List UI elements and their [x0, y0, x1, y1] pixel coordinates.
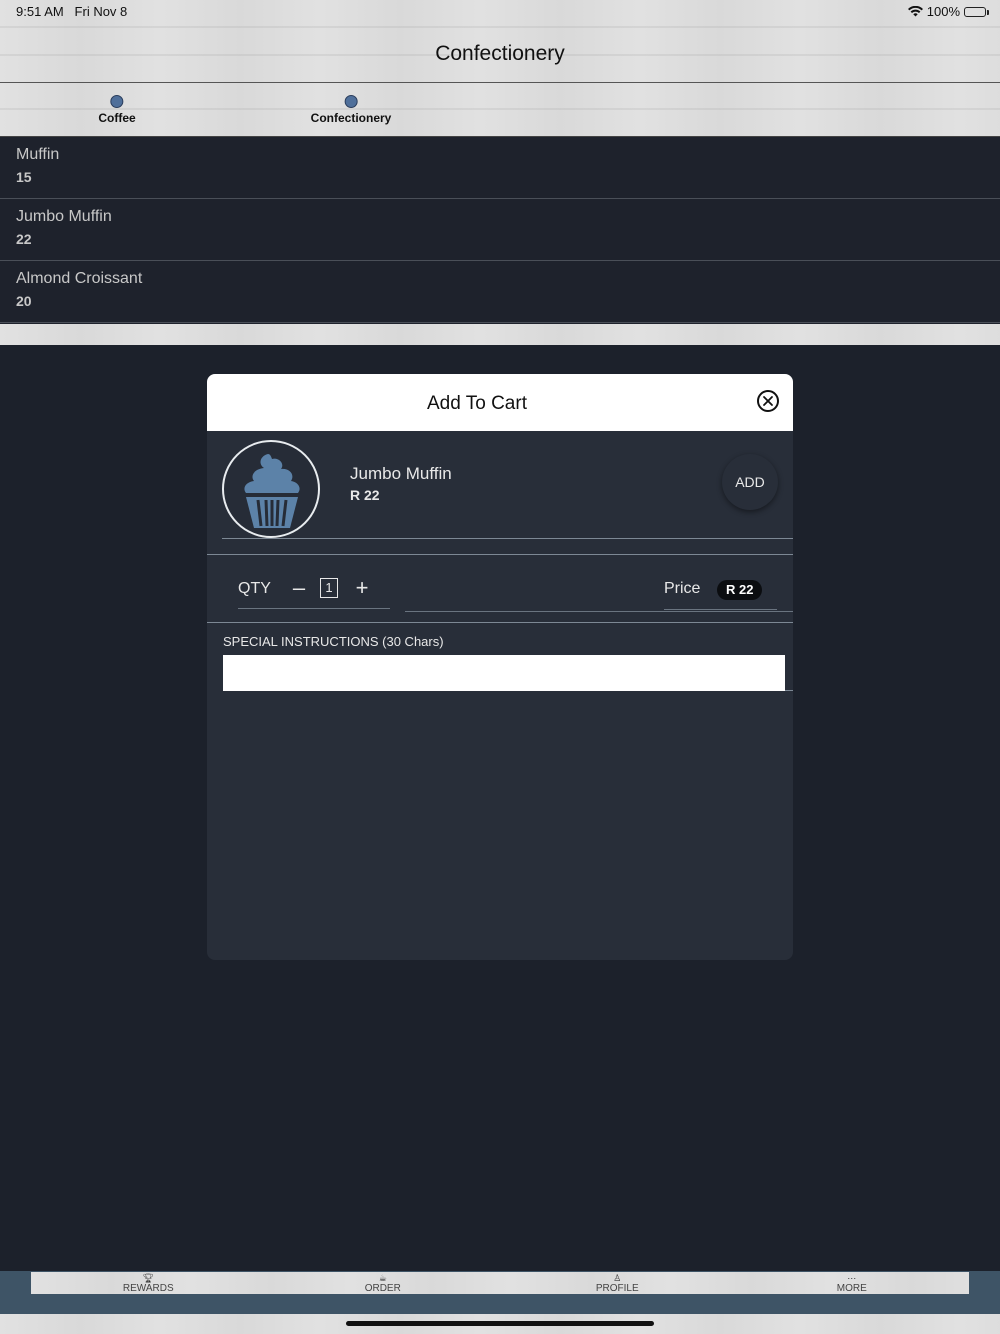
category-tab-confectionery[interactable]: Confectionery [310, 95, 392, 125]
tab-label: REWARDS [122, 1283, 174, 1294]
product-name: Almond Croissant [16, 270, 143, 287]
tab-label: ORDER [364, 1283, 401, 1294]
wifi-icon [907, 6, 923, 17]
input-edge [785, 655, 793, 691]
qty-label: QTY [238, 580, 271, 597]
tab-bar-items: 🏆︎ REWARDS ☕︎ ORDER ♙ PROFILE ⋯ MORE [31, 1272, 969, 1294]
cupcake-icon [244, 454, 300, 528]
category-tab-coffee[interactable]: Coffee [98, 95, 136, 125]
category-bar: Coffee Confectionery [0, 83, 1000, 137]
price-label: Price [664, 580, 701, 597]
list-item[interactable]: Jumbo Muffin 22 [0, 199, 1000, 261]
qty-underline [238, 608, 390, 609]
status-time: 9:51 AM Fri Nov 8 [16, 4, 127, 19]
battery-icon [964, 6, 989, 17]
item-name: Jumbo Muffin [350, 464, 452, 483]
item-divider [222, 538, 793, 539]
close-button[interactable] [757, 390, 779, 412]
tab-label: MORE [836, 1283, 867, 1294]
decrease-qty-button[interactable]: – [289, 575, 309, 601]
qty-value: 1 [320, 578, 338, 598]
tab-bar: 🏆︎ REWARDS ☕︎ ORDER ♙ PROFILE ⋯ MORE [0, 1271, 1000, 1314]
category-dot-icon [110, 95, 124, 108]
product-name: Muffin [16, 146, 60, 163]
list-item[interactable]: Muffin 15 [0, 137, 1000, 199]
increase-qty-button[interactable]: + [352, 575, 372, 601]
special-instructions-input[interactable] [223, 655, 785, 691]
category-label: Coffee [98, 111, 136, 125]
status-date: Fri Nov 8 [74, 4, 128, 19]
price-underline [664, 609, 777, 610]
coffee-icon: ☕︎ [378, 1273, 387, 1283]
category-dot-icon [344, 95, 358, 108]
trophy-icon: 🏆︎ [142, 1273, 154, 1283]
home-indicator[interactable] [346, 1321, 654, 1326]
product-name: Jumbo Muffin [16, 208, 112, 225]
quantity-row: QTY – 1 + Price R 22 [207, 555, 793, 623]
tab-more[interactable]: ⋯ MORE [735, 1272, 970, 1295]
tab-label: PROFILE [595, 1283, 639, 1294]
price-badge: R 22 [717, 580, 763, 600]
tab-order[interactable]: ☕︎ ORDER [266, 1272, 501, 1295]
home-area [0, 1314, 1000, 1334]
cupcake-avatar [222, 440, 320, 538]
product-price: 20 [16, 293, 32, 309]
row-underline [405, 611, 793, 612]
add-button[interactable]: ADD [722, 454, 778, 510]
cart-item-row: Jumbo Muffin R 22 ADD [207, 431, 793, 555]
more-icon: ⋯ [847, 1273, 857, 1283]
special-instructions-label: SPECIAL INSTRUCTIONS (30 Chars) [223, 634, 444, 649]
battery-percent: 100% [926, 4, 960, 19]
item-price: R 22 [350, 487, 380, 503]
add-to-cart-modal: Add To Cart Jumbo Muffin R 22 ADD QTY – … [207, 374, 793, 960]
list-footer-divider [0, 324, 1000, 345]
status-indicators: 100% [907, 4, 989, 19]
status-clock: 9:51 AM [16, 4, 64, 19]
tab-profile[interactable]: ♙ PROFILE [500, 1272, 735, 1295]
product-price: 15 [16, 169, 32, 185]
product-price: 22 [16, 231, 32, 247]
user-icon: ♙ [613, 1273, 622, 1283]
close-icon [763, 396, 773, 406]
tab-rewards[interactable]: 🏆︎ REWARDS [31, 1272, 266, 1295]
modal-header: Add To Cart [207, 374, 793, 431]
top-bar: 9:51 AM Fri Nov 8 100% Confectionery [0, 0, 1000, 83]
modal-title: Add To Cart [427, 393, 527, 414]
category-label: Confectionery [310, 111, 392, 125]
list-item[interactable]: Almond Croissant 20 [0, 261, 1000, 323]
product-list: Muffin 15 Jumbo Muffin 22 Almond Croissa… [0, 137, 1000, 324]
page-title: Confectionery [435, 42, 565, 65]
